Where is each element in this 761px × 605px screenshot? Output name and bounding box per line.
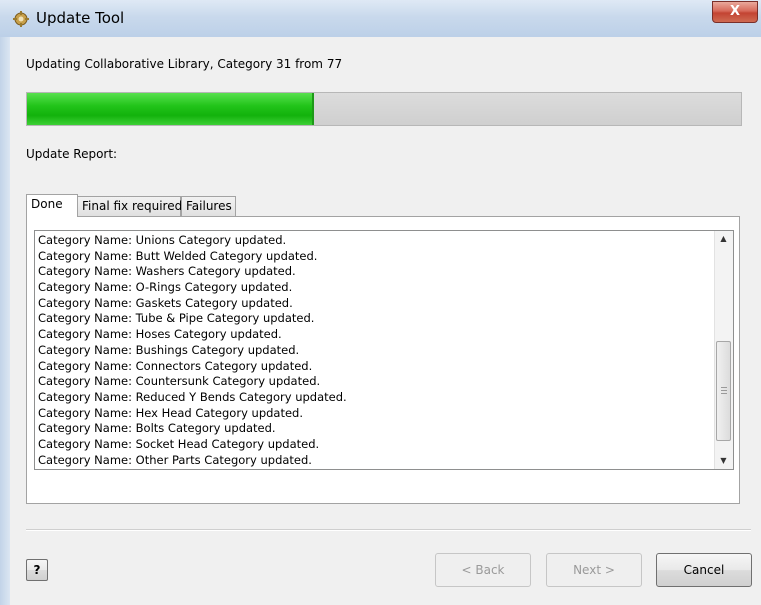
report-list-item: Category Name: Reduced Y Bends Category … — [38, 389, 347, 404]
update-report-label: Update Report: — [26, 147, 118, 161]
help-button[interactable]: ? — [26, 559, 48, 581]
report-list-item: Category Name: Butt Welded Category upda… — [38, 248, 318, 263]
scroll-down-arrow-icon[interactable]: ▼ — [715, 453, 732, 469]
progress-bar — [26, 92, 742, 126]
status-text: Updating Collaborative Library, Category… — [26, 57, 343, 71]
report-list-item: Category Name: Bushings Category updated… — [38, 342, 300, 357]
report-list-items: Category Name: Unions Category updated. C… — [38, 233, 714, 468]
report-list-item: Category Name: Bolts Category updated. — [38, 421, 276, 436]
cancel-button[interactable]: Cancel — [656, 553, 752, 587]
scroll-up-arrow-icon[interactable]: ▲ — [715, 231, 732, 247]
report-list-item: Category Name: Connectors Category updat… — [38, 358, 313, 373]
vertical-scrollbar[interactable]: ▲ ▼ — [714, 231, 733, 469]
next-button[interactable]: Next > — [546, 553, 642, 587]
report-list-item: Category Name: Hex Head Category updated… — [38, 405, 304, 420]
report-list-item: Category Name: O-Rings Category updated. — [38, 280, 293, 295]
report-list-item: Category Name: Gaskets Category updated. — [38, 295, 293, 310]
report-list-item: Category Name: Hoses Category updated. — [38, 327, 282, 342]
window-frame-left — [0, 37, 10, 605]
report-list-item: Category Name: Countersunk Category upda… — [38, 374, 321, 389]
scrollbar-thumb[interactable] — [716, 341, 731, 441]
grip-icon — [721, 387, 727, 394]
title-bar: Update Tool X — [0, 0, 761, 38]
report-list-item: Category Name: Unions Category updated. — [38, 233, 287, 247]
tab-done-label: Done — [31, 197, 63, 211]
help-icon: ? — [33, 563, 41, 577]
window-title: Update Tool — [36, 9, 125, 27]
tab-final-fix-required-label: Final fix required — [82, 199, 183, 213]
report-list[interactable]: Category Name: Unions Category updated. C… — [34, 230, 734, 470]
report-list-item: Category Name: Other Parts Category upda… — [38, 452, 312, 467]
tab-final-fix-required[interactable]: Final fix required — [77, 196, 183, 216]
dialog-body: Updating Collaborative Library, Category… — [10, 37, 761, 605]
tab-done[interactable]: Done — [26, 194, 78, 217]
close-icon: X — [729, 4, 741, 19]
report-list-item: Category Name: Socket Head Category upda… — [38, 436, 320, 451]
report-list-item: Category Name: Tube & Pipe Category upda… — [38, 311, 315, 326]
tab-failures-label: Failures — [186, 199, 232, 213]
progress-bar-fill — [27, 93, 315, 125]
close-button[interactable]: X — [712, 1, 758, 23]
footer-divider — [26, 529, 751, 531]
back-button[interactable]: < Back — [435, 553, 531, 587]
tab-panel-done: Category Name: Unions Category updated. C… — [26, 216, 740, 504]
update-tool-app-icon — [12, 10, 30, 28]
tab-failures[interactable]: Failures — [181, 196, 236, 216]
report-list-item: Category Name: Washers Category updated. — [38, 264, 296, 279]
